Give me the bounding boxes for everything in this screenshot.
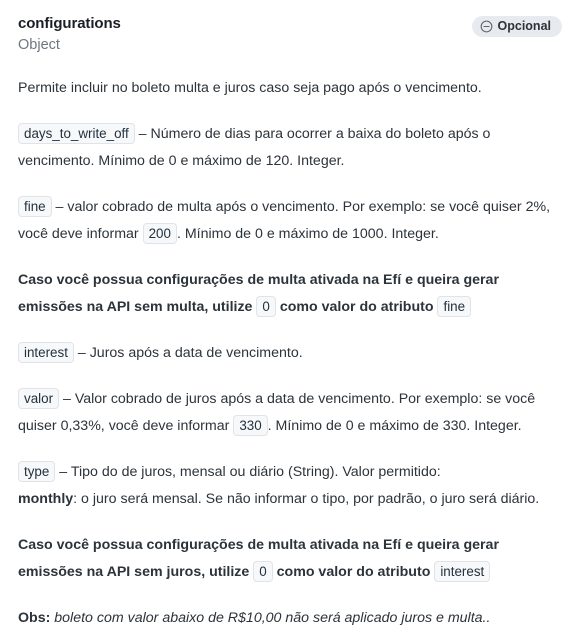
property-documentation-panel: configurations Object Opcional Permite i… [0,0,580,632]
field-valor-text-after: . Mínimo de 0 e máximo de 330. Integer. [267,418,522,434]
code-token-fine-zero-value: 0 [256,296,276,317]
code-token-fine-attribute: fine [437,296,472,317]
code-token-type: type [18,461,56,482]
note-interest-zero: Caso você possua configurações de multa … [18,532,562,586]
field-valor: valor – Valor cobrado de juros após a da… [18,386,562,440]
code-token-interest-attribute: interest [434,561,491,582]
note-fine-text-middle: como valor do atributo [279,299,434,315]
obs-text: boleto com valor abaixo de R$10,00 não s… [54,610,491,626]
note-interest-text-middle: como valor do atributo [276,564,431,580]
field-fine-text-after: . Mínimo de 0 e máximo de 1000. Integer. [176,226,439,242]
field-type: type – Tipo do de juros, mensal ou diári… [18,459,562,513]
field-type-value-monthly: monthly [18,491,74,507]
code-token-valor: valor [18,388,60,409]
code-token-interest: interest [18,342,74,363]
code-token-fine: fine [18,196,52,217]
field-days-to-write-off: days_to_write_off – Número de dias para … [18,121,562,175]
property-header: configurations Object Opcional [18,14,562,56]
field-interest-description: – Juros após a data de vencimento. [77,345,303,361]
note-fine-zero: Caso você possua configurações de multa … [18,267,562,321]
property-header-left: configurations Object [18,14,121,56]
status-badge-optional: Opcional [471,16,562,37]
field-type-value-description: : o juro será mensal. Se não informar o … [73,491,540,507]
obs-note: Obs: boleto com valor abaixo de R$10,00 … [18,605,562,632]
status-badge-label: Opcional [497,19,551,33]
field-type-description: – Tipo do de juros, mensal ou diário (St… [59,464,441,480]
obs-label: Obs: [18,610,51,626]
intro-paragraph: Permite incluir no boleto multa e juros … [18,80,482,96]
field-fine: fine – valor cobrado de multa após o ven… [18,194,562,248]
property-type: Object [18,37,60,53]
code-token-interest-zero-value: 0 [253,561,273,582]
code-token-valor-value: 330 [233,415,268,436]
code-token-fine-value: 200 [142,223,177,244]
field-interest: interest – Juros após a data de vencimen… [18,340,562,367]
property-name: configurations [18,15,121,32]
code-token-days-to-write-off: days_to_write_off [18,123,135,144]
circle-minus-icon [480,20,493,33]
